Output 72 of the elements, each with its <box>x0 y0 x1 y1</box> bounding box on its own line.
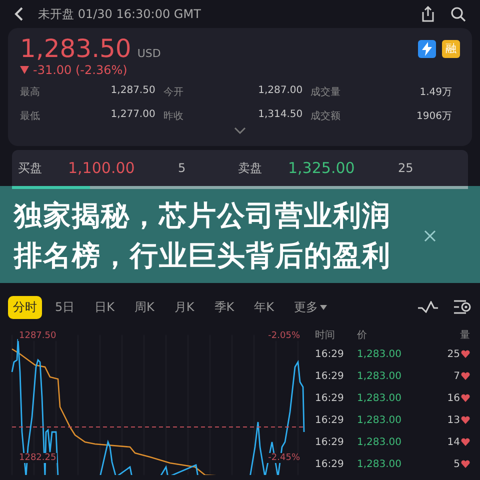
period-tab[interactable]: 分时 <box>8 296 42 318</box>
wave-icon[interactable] <box>418 301 438 313</box>
period-tab[interactable]: 日K <box>90 296 120 318</box>
trade-volume: 5 <box>454 458 460 470</box>
column-header: 量 <box>459 329 470 342</box>
column-header: 价 <box>357 329 368 342</box>
headline-title: 独家揭秘，芯片公司营业利润排名榜，行业巨头背后的盈利 <box>14 198 392 274</box>
trade-price: 1,283.00 <box>357 414 403 426</box>
caret-icon <box>320 304 328 310</box>
percent-axis-label: -2.45% <box>267 453 301 463</box>
heart-icon <box>461 460 470 468</box>
price-axis-label: 1282.25 <box>18 453 58 463</box>
stat-label: 昨收 <box>163 110 184 123</box>
lightning-icon[interactable] <box>418 40 436 58</box>
search-icon[interactable] <box>450 6 466 22</box>
settings-icon[interactable] <box>454 299 472 315</box>
heart-icon <box>461 416 470 424</box>
trade-volume: 14 <box>447 436 460 448</box>
period-tab[interactable]: 年K <box>249 296 280 318</box>
period-tab[interactable]: 季K <box>209 296 240 318</box>
stat-label: 今开 <box>163 86 184 99</box>
last-price: 1,283.50 <box>20 34 132 63</box>
ask-size: 25 <box>398 161 414 175</box>
trade-time: 16:29 <box>315 458 345 470</box>
market-status: 未开盘 01/30 16:30:00 GMT <box>38 6 201 22</box>
trade-price: 1,283.00 <box>357 436 403 448</box>
stat-label: 最低 <box>20 110 41 123</box>
ask-price: 1,325.00 <box>288 159 356 177</box>
ask-label: 卖盘 <box>238 160 263 176</box>
currency-label: USD <box>137 47 161 60</box>
heart-icon <box>461 350 470 358</box>
stat-label: 最高 <box>20 86 41 99</box>
stat-value: 1906万 <box>416 110 453 123</box>
percent-axis-label: -2.05% <box>267 331 301 341</box>
back-icon[interactable] <box>14 7 24 21</box>
trade-volume: 7 <box>454 370 460 382</box>
bid-price: 1,100.00 <box>68 159 136 177</box>
heart-icon <box>461 372 470 380</box>
stat-label: 成交量 <box>310 86 342 99</box>
trade-time: 16:29 <box>315 348 345 360</box>
heart-icon <box>461 394 470 402</box>
chevron-down-icon[interactable] <box>234 127 246 134</box>
stat-value: 1,287.50 <box>110 85 156 98</box>
period-tab[interactable]: 月K <box>169 296 200 318</box>
bid-size: 5 <box>178 161 187 175</box>
stat-value: 1,277.00 <box>110 109 156 122</box>
trade-time: 16:29 <box>315 436 345 448</box>
column-header: 时间 <box>315 328 336 342</box>
trade-volume: 25 <box>447 348 460 360</box>
trade-volume: 13 <box>447 414 460 426</box>
down-triangle-icon <box>20 66 29 74</box>
stat-value: 1,287.00 <box>257 85 304 98</box>
period-tab[interactable]: 周K <box>130 296 160 318</box>
stat-value: 1,314.50 <box>257 109 304 122</box>
bid-label: 买盘 <box>18 160 43 176</box>
period-tab[interactable]: 更多 <box>289 296 332 318</box>
trade-volume: 16 <box>447 392 460 404</box>
share-icon[interactable] <box>420 6 436 22</box>
stat-label: 成交额 <box>310 110 342 123</box>
close-icon[interactable] <box>424 230 436 242</box>
trade-time: 16:29 <box>315 414 345 426</box>
trade-time: 16:29 <box>315 370 345 382</box>
trade-price: 1,283.00 <box>357 458 403 470</box>
trade-price: 1,283.00 <box>357 348 403 360</box>
trade-time: 16:29 <box>315 392 345 404</box>
price-change: -31.00 (-2.36%) <box>33 63 128 77</box>
heart-icon <box>461 438 470 446</box>
trade-price: 1,283.00 <box>357 392 403 404</box>
trade-price: 1,283.00 <box>357 370 403 382</box>
period-tab[interactable]: 5日 <box>50 296 80 318</box>
stat-value: 1.49万 <box>418 86 453 99</box>
price-axis-label: 1287.50 <box>18 331 58 341</box>
